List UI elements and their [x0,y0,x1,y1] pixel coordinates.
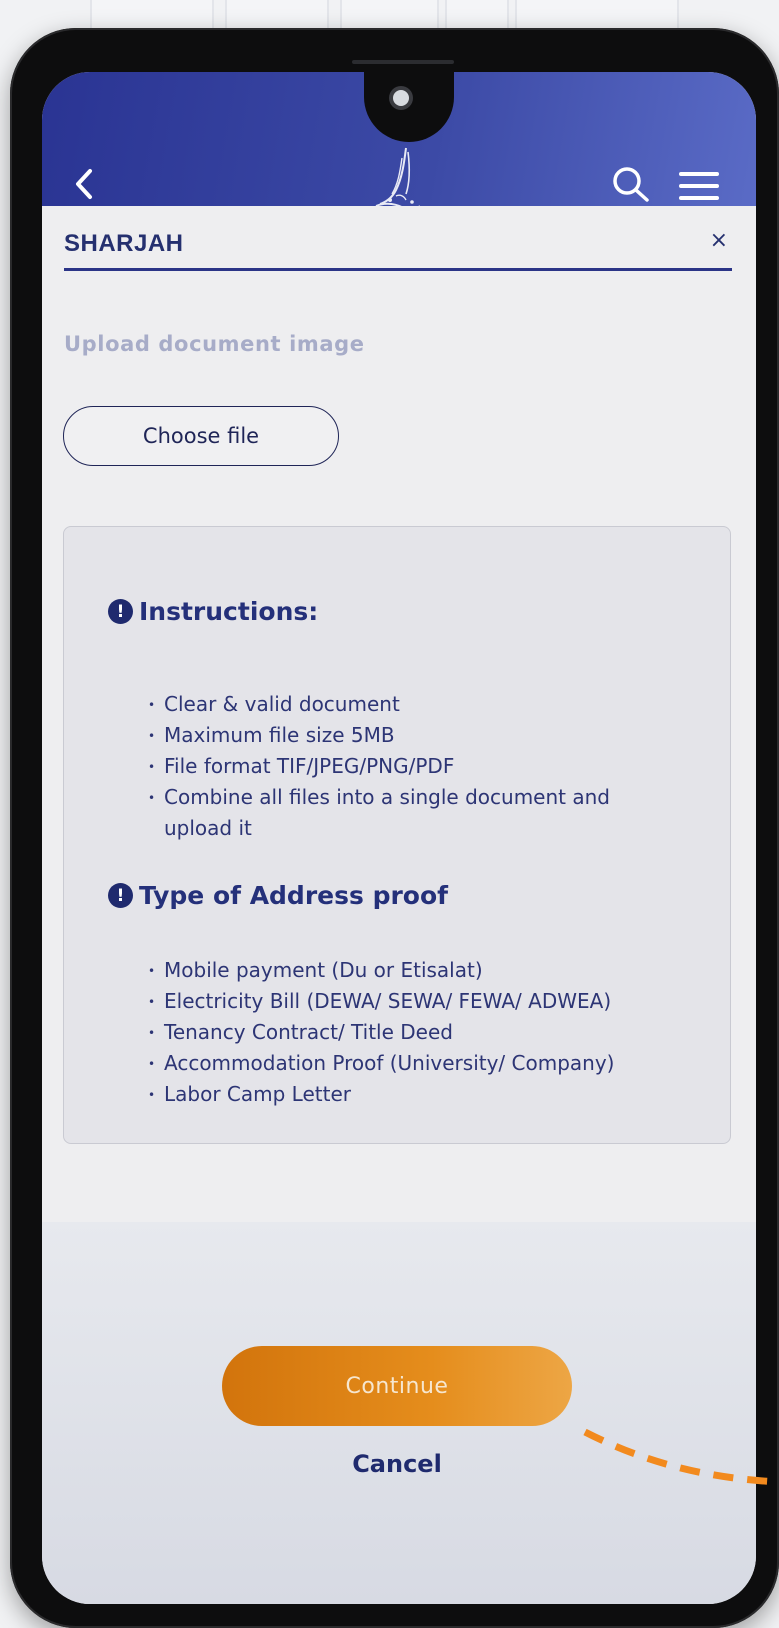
upload-label: Upload document image [64,332,365,356]
list-item-continuation: upload it [148,813,610,844]
hamburger-menu-icon [679,172,719,200]
choose-file-button[interactable]: Choose file [63,406,339,466]
address-proof-heading: ! Type of Address proof [108,881,448,910]
list-item: Electricity Bill (DEWA/ SEWA/ FEWA/ ADWE… [148,986,614,1018]
panel-title: SHARJAH [64,230,184,257]
list-item: Mobile payment (Du or Etisalat) [148,955,614,987]
instructions-box: ! Instructions: Clear & valid document M… [63,526,731,1144]
menu-button[interactable] [678,168,720,204]
list-item: Clear & valid document [148,689,610,721]
list-item: Combine all files into a single document… [148,782,610,814]
continue-button[interactable]: Continue [222,1346,572,1426]
instructions-heading-text: Instructions: [139,597,319,626]
earpiece-speaker [352,60,454,64]
chevron-left-icon [76,169,92,199]
phone-frame: SHARJAH × Upload document image Choose f… [10,28,779,1628]
front-camera [393,90,409,106]
phone-screen: SHARJAH × Upload document image Choose f… [42,72,756,1604]
list-item: Tenancy Contract/ Title Deed [148,1017,614,1049]
action-footer: Continue Cancel [42,1222,756,1604]
address-proof-list: Mobile payment (Du or Etisalat) Electric… [148,955,614,1111]
exclamation-icon: ! [108,883,133,908]
instructions-heading: ! Instructions: [108,597,318,626]
list-item: Accommodation Proof (University/ Company… [148,1048,614,1080]
back-button[interactable] [64,164,104,204]
cancel-button[interactable]: Cancel [322,1444,472,1484]
upload-panel: SHARJAH × Upload document image Choose f… [42,206,756,1222]
close-button[interactable]: × [710,228,728,253]
list-item: File format TIF/JPEG/PNG/PDF [148,751,610,783]
list-item: Labor Camp Letter [148,1079,614,1111]
list-item-continuation-text: upload it [164,816,252,840]
address-proof-heading-text: Type of Address proof [139,881,449,910]
phone-notch [364,56,454,142]
search-icon [613,167,649,202]
search-button[interactable] [610,164,654,208]
list-item: Maximum file size 5MB [148,720,610,752]
exclamation-icon: ! [108,599,133,624]
panel-title-row: SHARJAH × [64,224,732,271]
instructions-list: Clear & valid document Maximum file size… [148,689,610,844]
